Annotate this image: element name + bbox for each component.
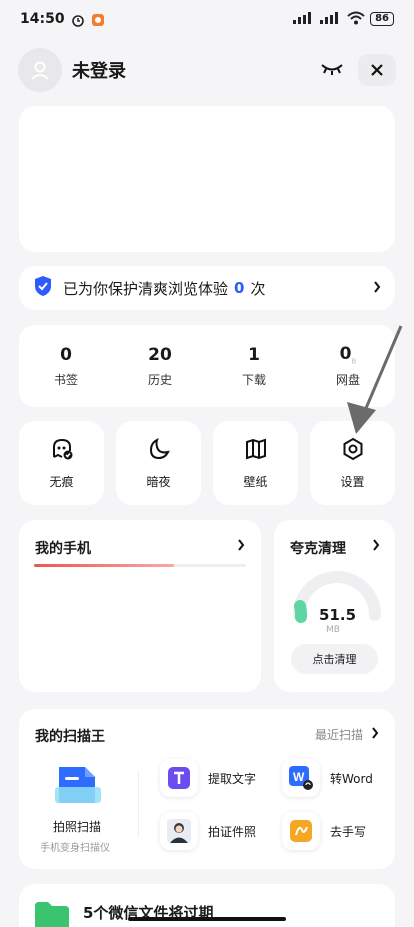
moon-icon [147, 437, 171, 465]
shield-icon [33, 275, 53, 301]
stat-label: 网盘 [335, 373, 360, 388]
status-time: 14:50 [20, 11, 65, 27]
stat-downloads[interactable]: 1 下载 [207, 345, 301, 388]
stat-value: 1 [248, 344, 260, 365]
photo-scan-button[interactable]: 拍照扫描 手机变身扫描仪 [29, 761, 129, 856]
wifi-icon [347, 11, 365, 28]
signal-2-icon [320, 11, 342, 27]
stat-bookmarks[interactable]: 0 书签 [19, 345, 113, 388]
login-status[interactable]: 未登录 [72, 57, 126, 83]
scan-title: 我的扫描王 [35, 729, 105, 745]
scan-remove-handwriting[interactable]: 去手写 [282, 812, 366, 850]
tool-label: 无痕 [49, 474, 74, 489]
scan-item-label: 去手写 [330, 824, 367, 839]
protect-count: 0 [234, 279, 245, 297]
word-icon: W [282, 759, 320, 797]
storage-bar-fill [34, 564, 174, 567]
protect-prefix: 已为你保护清爽浏览体验 [63, 279, 229, 298]
banner-card[interactable] [19, 106, 395, 252]
tool-label: 壁纸 [243, 474, 268, 489]
scan-item-label: 转Word [330, 771, 373, 786]
tool-label: 暗夜 [146, 474, 171, 489]
clean-value: 51.5 [319, 606, 357, 624]
id-photo-icon [160, 812, 198, 850]
scan-document-icon [55, 765, 101, 815]
svg-text:W: W [293, 770, 305, 784]
tool-wallpaper[interactable]: 壁纸 [213, 421, 298, 505]
chevron-right-icon[interactable] [371, 727, 379, 743]
stat-cloud-drive[interactable]: 0B 网盘 [301, 344, 395, 388]
chevron-right-icon [372, 539, 380, 555]
alarm-icon [71, 12, 85, 27]
folder-icon [35, 902, 69, 927]
stat-value: 0B [339, 343, 357, 366]
scan-id-photo[interactable]: 拍证件照 [160, 812, 256, 850]
my-phone-title: 我的手机 [35, 541, 91, 557]
signal-icon [293, 11, 315, 27]
stat-label: 书签 [53, 372, 78, 387]
hide-eye-icon[interactable] [320, 61, 344, 80]
photo-scan-sub: 手机变身扫描仪 [40, 843, 110, 854]
recent-scan-link[interactable]: 最近扫描 [315, 726, 363, 743]
close-icon [371, 64, 383, 76]
divider [138, 771, 139, 837]
profile-header: 未登录 [18, 48, 396, 92]
clean-title: 夸克清理 [290, 541, 346, 557]
app-notification-icon [91, 12, 105, 26]
chevron-right-icon [373, 279, 381, 297]
protect-suffix: 次 [250, 279, 266, 298]
stat-label: 下载 [241, 372, 266, 387]
chevron-right-icon [237, 539, 245, 555]
storage-bar [34, 564, 246, 567]
tool-settings[interactable]: 设置 [310, 421, 395, 505]
scan-card: 我的扫描王 最近扫描 拍照扫描 手机变身扫描仪 提取文字 W 转Word 拍证件… [19, 709, 395, 869]
clean-unit: MB [326, 625, 340, 635]
remove-handwriting-icon [282, 812, 320, 850]
scan-item-label: 拍证件照 [208, 824, 257, 839]
avatar[interactable] [18, 48, 62, 92]
incognito-icon [50, 437, 74, 465]
tool-label: 设置 [340, 474, 365, 489]
stats-card: 0 书签 20 历史 1 下载 0B 网盘 [19, 325, 395, 407]
close-button[interactable] [358, 54, 396, 86]
status-bar: 14:50 86 [0, 0, 414, 38]
settings-icon [341, 437, 365, 465]
battery-indicator: 86 [370, 12, 394, 26]
protect-summary[interactable]: 已为你保护清爽浏览体验 0 次 [19, 266, 395, 310]
extract-text-icon [160, 759, 198, 797]
photo-scan-label: 拍照扫描 [53, 820, 102, 834]
scan-extract-text[interactable]: 提取文字 [160, 759, 256, 797]
home-indicator[interactable] [128, 917, 286, 921]
stat-value: 20 [148, 344, 172, 365]
wallpaper-icon [244, 437, 268, 465]
scan-item-label: 提取文字 [208, 771, 257, 786]
scan-to-word[interactable]: W 转Word [282, 759, 373, 797]
my-phone-card[interactable]: 我的手机 [19, 520, 261, 692]
tool-incognito[interactable]: 无痕 [19, 421, 104, 505]
stat-history[interactable]: 20 历史 [113, 345, 207, 388]
stat-label: 历史 [147, 372, 172, 387]
stat-value: 0 [60, 344, 72, 365]
clean-card[interactable]: 夸克清理 51.5 MB 点击清理 [274, 520, 395, 692]
clean-button[interactable]: 点击清理 [291, 644, 378, 674]
tool-dark-mode[interactable]: 暗夜 [116, 421, 201, 505]
stat-unit: B [351, 357, 357, 366]
